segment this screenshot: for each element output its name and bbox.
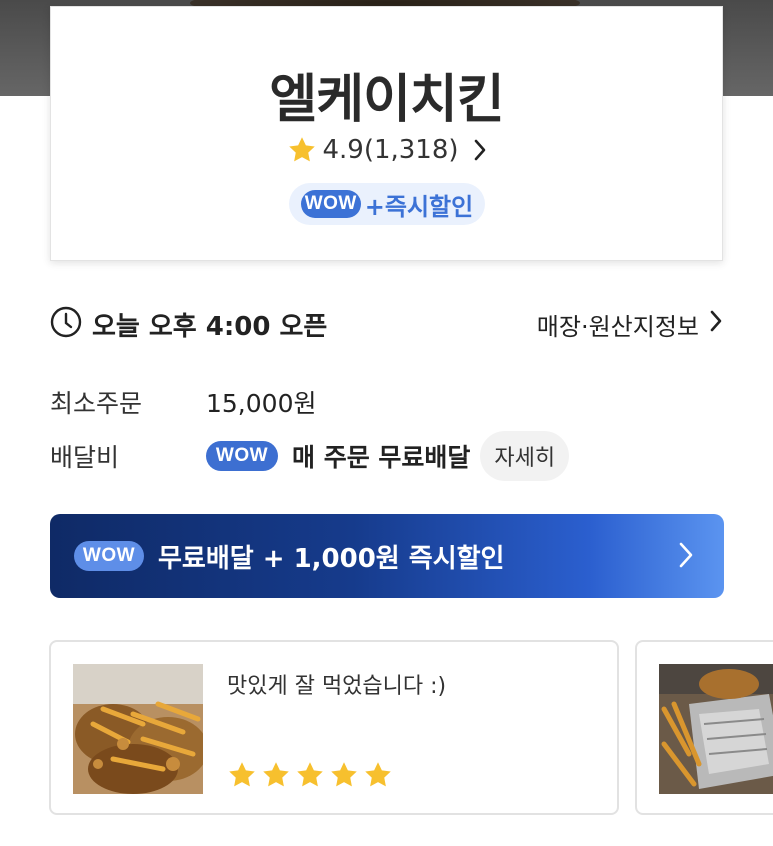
review-card[interactable]: 맛있게 잘 먹었습니다 :) <box>49 640 619 815</box>
rating-score: 4.9 <box>322 135 364 165</box>
opening-hours-row: 오늘 오후 4:00 오픈 매장·원산지정보 <box>50 306 723 342</box>
review-photo <box>73 664 203 794</box>
wow-discount-pill: WOW +즉시할인 <box>289 183 485 225</box>
promo-text: 무료배달 + 1,000원 즉시할인 <box>158 543 505 574</box>
open-time-text: 오늘 오후 4:00 오픈 <box>92 311 328 342</box>
star-icon <box>229 762 255 787</box>
rating-link[interactable]: 4.9 (1,318) <box>51 135 722 165</box>
delivery-fee-value: WOW 매 주문 무료배달 자세히 <box>206 431 570 481</box>
chevron-right-icon <box>678 541 694 573</box>
delivery-fee-row: 배달비 WOW 매 주문 무료배달 자세히 <box>50 430 723 482</box>
delivery-detail-button[interactable]: 자세히 <box>480 431 570 481</box>
star-icon <box>297 762 323 787</box>
min-order-label: 최소주문 <box>50 389 143 418</box>
free-delivery-text: 매 주문 무료배달 <box>292 443 471 472</box>
star-icon <box>365 762 391 787</box>
store-info-label: 매장·원산지정보 <box>536 312 699 341</box>
chevron-right-icon <box>709 310 723 338</box>
review-star-rating <box>227 760 393 790</box>
wow-promo-banner[interactable]: WOW 무료배달 + 1,000원 즉시할인 <box>50 514 724 598</box>
review-photo <box>659 664 773 794</box>
delivery-fee-label: 배달비 <box>50 443 120 472</box>
chevron-right-icon <box>473 139 487 161</box>
star-icon <box>263 762 289 787</box>
review-text: 맛있게 잘 먹었습니다 :) <box>227 674 447 699</box>
store-header-card: 엘케이치킨 4.9 (1,318) WOW +즉시할인 <box>50 6 723 261</box>
store-name: 엘케이치킨 <box>269 70 504 130</box>
wow-badge: WOW <box>300 190 361 218</box>
star-icon <box>331 762 357 787</box>
min-order-value: 15,000원 <box>206 389 317 418</box>
review-count: (1,318) <box>363 135 459 165</box>
clock-icon <box>50 306 82 342</box>
store-origin-info-link[interactable]: 매장·원산지정보 <box>537 306 723 342</box>
wow-benefit-text: +즉시할인 <box>364 192 474 221</box>
review-card[interactable] <box>635 640 773 815</box>
wow-badge: WOW <box>74 541 144 571</box>
star-icon <box>286 135 318 165</box>
wow-badge: WOW <box>206 441 278 471</box>
min-order-row: 최소주문 15,000원 <box>50 384 723 420</box>
